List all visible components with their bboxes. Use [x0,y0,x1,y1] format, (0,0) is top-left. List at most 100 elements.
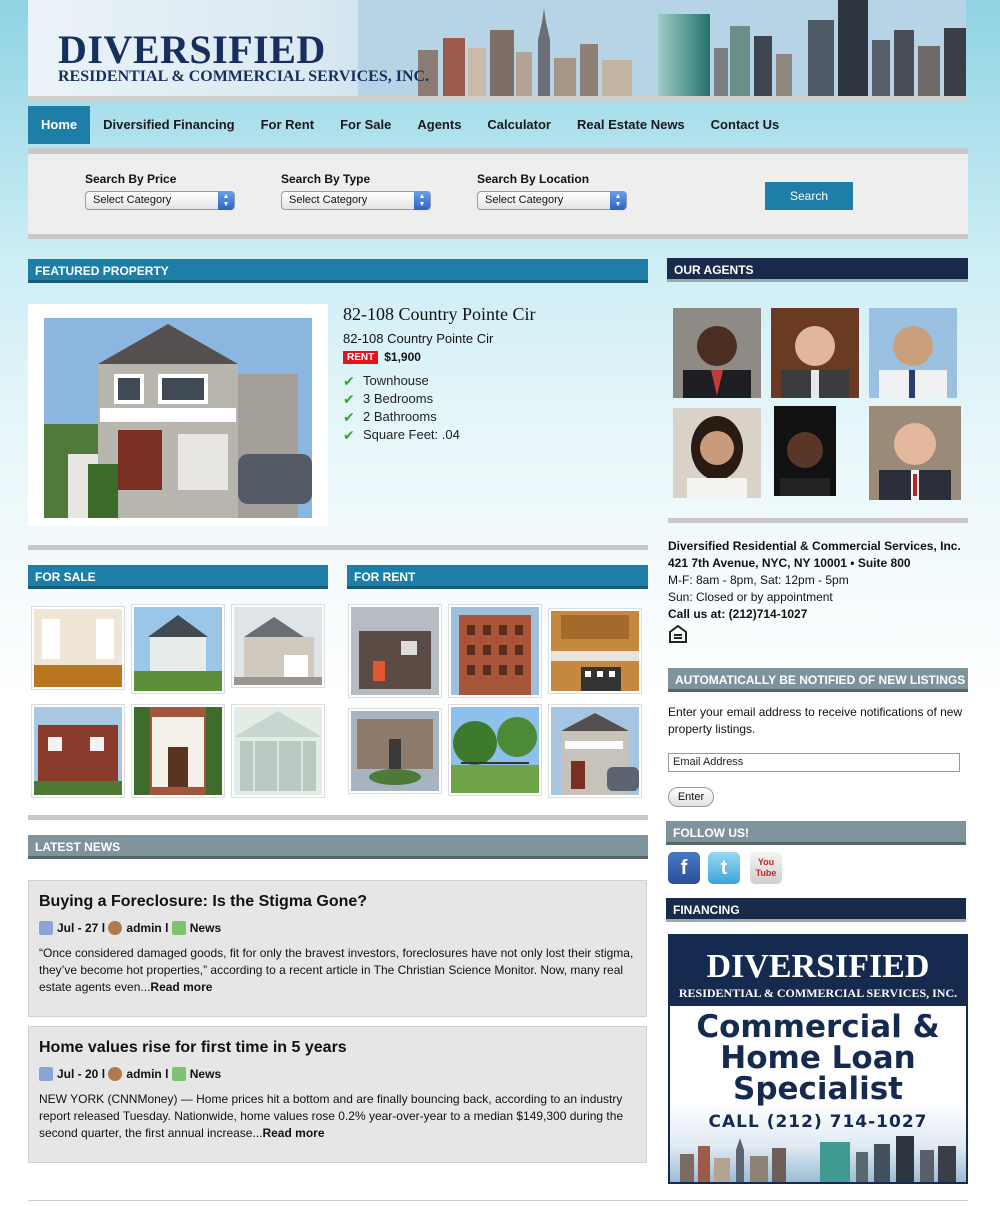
author-link[interactable]: admin [126,921,161,935]
nav-for-rent[interactable]: For Rent [248,106,327,144]
user-icon [108,921,123,935]
youtube-icon[interactable]: You Tube [750,852,782,884]
price-select[interactable]: Select Category ▲ ▼ [85,191,235,210]
logo-tagline: RESIDENTIAL & COMMERCIAL SERVICES, INC. [58,68,430,85]
financing-heading: FINANCING [666,898,966,922]
search-bar: Search By Price Select Category ▲ ▼ Search… [28,154,968,234]
feature-item: ✔ 3 Bedrooms [343,391,434,407]
price-search-label: Search By Price [85,172,177,186]
agent-photo[interactable] [673,308,761,398]
news-item: Home values rise for first time in 5 yea… [28,1026,647,1163]
rent-badge: RENT [343,350,379,364]
for-sale-thumbnail[interactable] [231,604,325,688]
location-search-group: Search By Location Select Category ▲ ▼ [477,172,627,210]
news-title[interactable]: Home values rise for first time in 5 yea… [39,1039,636,1057]
ad-headline: Commercial & Home Loan Specialist [696,1009,940,1107]
sidebar-divider [668,518,968,523]
for-rent-thumbnail[interactable] [548,704,642,798]
agent-photo[interactable] [673,408,761,498]
financing-ad-banner[interactable]: DIVERSIFIED RESIDENTIAL & COMMERCIAL SER… [668,934,968,1184]
latest-news-heading: LATEST NEWS [28,835,648,859]
for-rent-heading: FOR RENT [347,565,648,589]
main-nav: Home Diversified Financing For Rent For … [28,106,968,144]
agent-photo[interactable] [774,406,836,496]
check-icon: ✔ [343,391,355,407]
email-field[interactable]: Email Address [668,753,960,772]
search-button[interactable]: Search [765,182,853,210]
facebook-icon[interactable]: f [668,852,700,884]
category-icon [171,921,186,935]
featured-property-photo[interactable] [28,304,328,526]
check-icon: ✔ [343,427,355,443]
nav-agents[interactable]: Agents [404,106,474,144]
follow-us-heading: FOLLOW US! [666,821,966,845]
for-rent-thumbnail[interactable] [548,608,642,694]
nav-contact-us[interactable]: Contact Us [698,106,793,144]
featured-property-features: ✔ Townhouse ✔ 3 Bedrooms ✔ 2 Bathrooms ✔ Squ… [343,372,460,444]
company-contact-info: Diversified Residential & Commercial Ser… [668,538,968,623]
for-rent-thumbnail[interactable] [448,604,542,698]
author-link[interactable]: admin [126,1067,161,1081]
footer-divider [28,1200,968,1201]
our-agents-heading: OUR AGENTS [667,258,968,282]
featured-property-title[interactable]: 82-108 Country Pointe Cir [343,304,536,325]
read-more-link[interactable]: Read more [150,980,212,994]
location-select[interactable]: Select Category ▲ ▼ [477,191,627,210]
news-item: Buying a Foreclosure: Is the Stigma Gone… [28,880,647,1017]
notify-heading: AUTOMATICALLY BE NOTIFIED OF NEW LISTING… [668,668,968,692]
select-arrows-icon: ▲ ▼ [610,191,626,210]
for-sale-thumbnail[interactable] [31,606,125,690]
calendar-icon [39,921,53,935]
agent-photo[interactable] [869,308,957,398]
select-arrows-icon: ▲ ▼ [414,191,430,210]
nav-for-sale[interactable]: For Sale [327,106,404,144]
company-name: Diversified Residential & Commercial Ser… [668,539,961,553]
for-sale-thumbnail[interactable] [31,704,125,798]
company-phone: Call us at: (212)714-1027 [668,607,808,621]
news-excerpt: NEW YORK (CNNMoney) — Home prices hit a … [39,1092,624,1140]
equal-housing-icon [669,624,687,643]
sunday-hours: Sun: Closed or by appointment [668,590,833,604]
nav-home[interactable]: Home [28,106,91,144]
news-meta: Jul - 27 l admin l News [39,921,636,935]
search-divider [28,234,968,239]
agent-photo[interactable] [771,308,859,398]
ad-brand: DIVERSIFIED [706,948,930,985]
logo-title[interactable]: DIVERSIFIED [58,30,326,70]
for-rent-thumbnail[interactable] [348,604,442,698]
news-title[interactable]: Buying a Foreclosure: Is the Stigma Gone… [39,893,636,911]
nav-real-estate-news[interactable]: Real Estate News [564,106,698,144]
twitter-icon[interactable]: t [708,852,740,884]
news-excerpt: “Once considered damaged goods, fit for … [39,946,634,994]
ad-phone: CALL (212) 714-1027 [708,1112,928,1132]
featured-property-address: 82-108 Country Pointe Cir [343,331,494,346]
for-rent-thumbnail[interactable] [348,708,442,794]
ad-subtitle: RESIDENTIAL & COMMERCIAL SERVICES, INC. [678,986,958,1000]
type-search-group: Search By Type Select Category ▲ ▼ [281,172,431,210]
calendar-icon [39,1067,53,1081]
for-sale-thumbnail[interactable] [231,704,325,798]
skyline-banner-image [358,0,966,96]
for-rent-thumbnail[interactable] [448,704,542,796]
nav-diversified-financing[interactable]: Diversified Financing [90,106,247,144]
type-select[interactable]: Select Category ▲ ▼ [281,191,431,210]
agent-photo[interactable] [869,406,961,500]
check-icon: ✔ [343,409,355,425]
company-address: 421 7th Avenue, NYC, NY 10001 • Suite 80… [668,556,911,570]
nav-calculator[interactable]: Calculator [474,106,564,144]
site-header: DIVERSIFIED RESIDENTIAL & COMMERCIAL SER… [28,0,966,96]
category-icon [171,1067,186,1081]
featured-property-price: RENT $1,900 [343,350,421,364]
for-sale-thumbnail[interactable] [131,704,225,798]
category-link[interactable]: News [190,1067,221,1081]
enter-button[interactable]: Enter [668,787,714,807]
for-sale-thumbnail[interactable] [131,604,225,694]
feature-item: ✔ 2 Bathrooms [343,409,437,425]
category-link[interactable]: News [190,921,221,935]
read-more-link[interactable]: Read more [262,1126,324,1140]
price-search-group: Search By Price Select Category ▲ ▼ [85,172,235,210]
select-arrows-icon: ▲ ▼ [218,191,234,210]
feature-item: ✔ Square Feet: .04 [343,427,460,443]
featured-property-heading: FEATURED PROPERTY [28,259,648,283]
news-meta: Jul - 20 l admin l News [39,1067,636,1081]
